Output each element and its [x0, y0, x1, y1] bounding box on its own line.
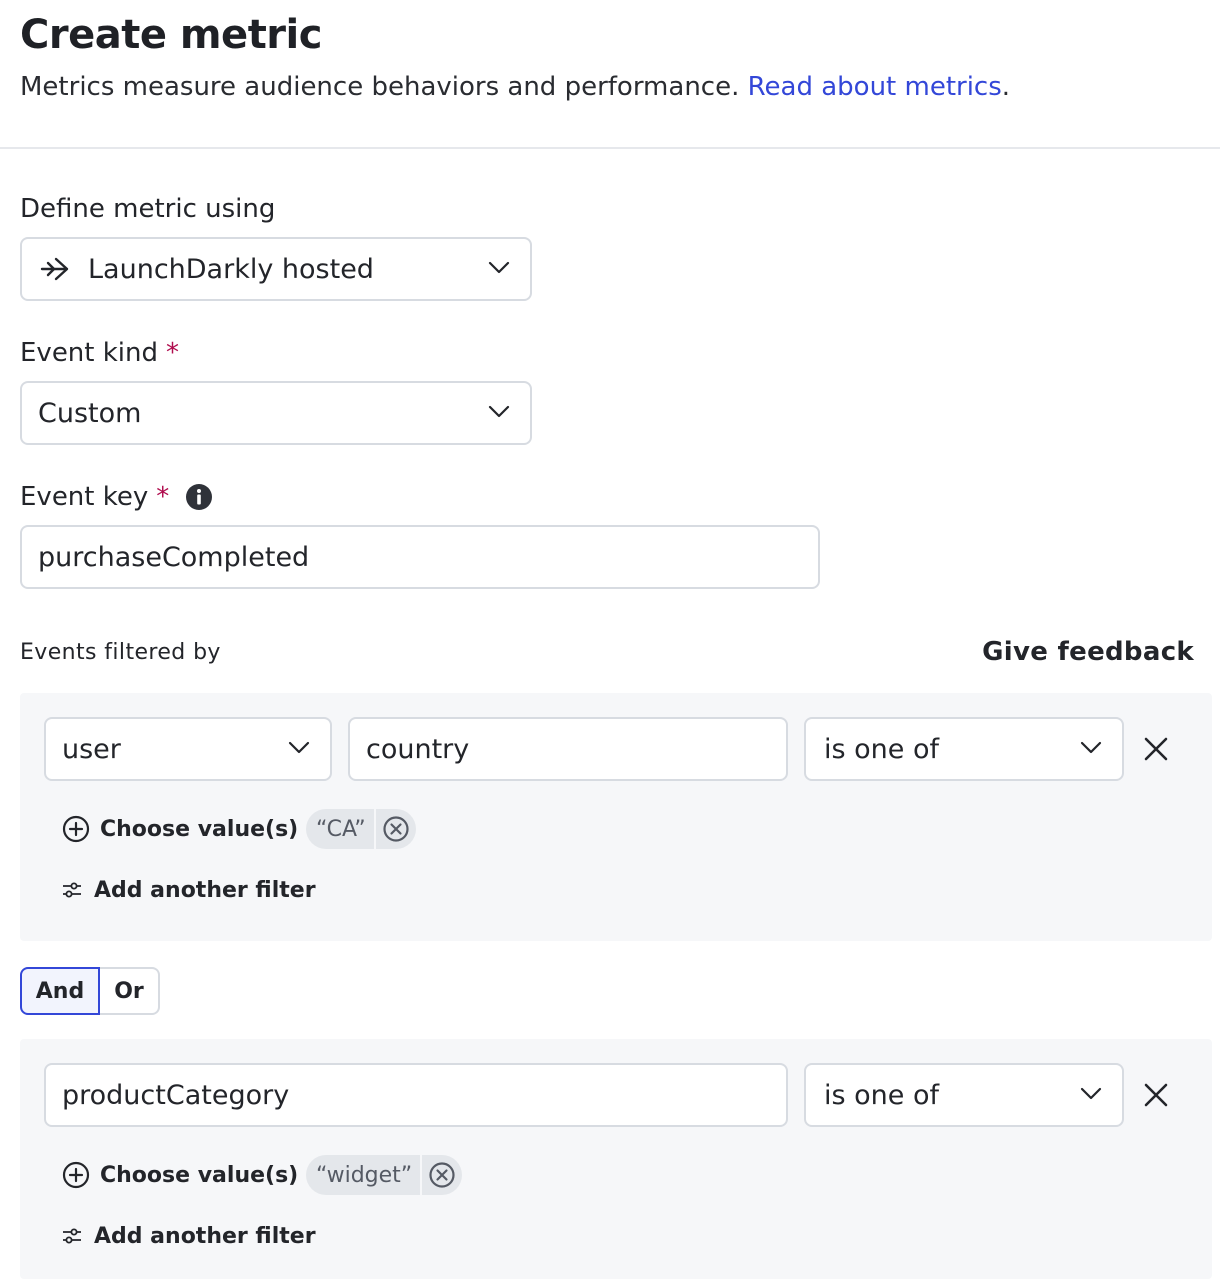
- event-key-value: purchaseCompleted: [38, 541, 310, 573]
- choose-values-button[interactable]: Choose value(s): [62, 1159, 298, 1191]
- define-metric-value: LaunchDarkly hosted: [88, 253, 374, 285]
- required-mark: *: [166, 338, 180, 368]
- header-divider: [0, 147, 1220, 149]
- chevron-down-icon: [1080, 741, 1102, 754]
- arrow-right-icon: [40, 257, 70, 281]
- attribute-value: productCategory: [62, 1079, 290, 1111]
- operator-value: is one of: [824, 733, 940, 765]
- remove-filter-button[interactable]: [1143, 1082, 1169, 1108]
- close-icon: [1144, 1083, 1168, 1107]
- choose-values-button[interactable]: Choose value(s): [62, 813, 298, 845]
- attribute-input[interactable]: country: [348, 717, 788, 781]
- close-circle-icon: [429, 1162, 455, 1188]
- remove-value-button[interactable]: [420, 1155, 462, 1195]
- required-mark: *: [156, 482, 170, 512]
- attribute-value: country: [366, 733, 470, 765]
- add-another-filter-button[interactable]: Add another filter: [62, 874, 316, 906]
- chevron-down-icon: [488, 261, 510, 274]
- context-kind-select[interactable]: user: [44, 717, 332, 781]
- event-key-label: Event key *: [20, 482, 213, 512]
- event-key-label-text: Event key: [20, 482, 149, 512]
- event-key-input[interactable]: purchaseCompleted: [20, 525, 820, 589]
- operator-select[interactable]: is one of: [804, 717, 1124, 781]
- read-about-metrics-link[interactable]: Read about metrics: [748, 72, 1002, 102]
- define-metric-label: Define metric using: [20, 194, 276, 224]
- plus-circle-icon: [62, 1161, 90, 1189]
- close-icon: [1144, 737, 1168, 761]
- value-chip: “widget”: [306, 1155, 463, 1195]
- add-another-filter-button[interactable]: Add another filter: [62, 1220, 316, 1252]
- value-chip-label: “widget”: [316, 1162, 413, 1188]
- choose-values-label: Choose value(s): [100, 816, 299, 842]
- close-circle-icon: [383, 816, 409, 842]
- filters-label: Events filtered by: [20, 640, 221, 665]
- value-chip: “CA”: [306, 809, 416, 849]
- remove-filter-button[interactable]: [1143, 736, 1169, 762]
- event-kind-label-text: Event kind: [20, 338, 159, 368]
- chevron-down-icon: [288, 741, 310, 754]
- logic-and-button[interactable]: And: [20, 967, 100, 1015]
- context-kind-value: user: [62, 733, 121, 765]
- sliders-icon: [63, 1228, 81, 1244]
- chevron-down-icon: [1080, 1087, 1102, 1100]
- define-metric-select[interactable]: LaunchDarkly hosted: [20, 237, 532, 301]
- event-kind-label: Event kind *: [20, 338, 179, 368]
- value-chip-label: “CA”: [316, 816, 366, 842]
- page-subtitle: Metrics measure audience behaviors and p…: [20, 72, 1010, 102]
- info-icon[interactable]: [185, 483, 213, 511]
- event-kind-value: Custom: [38, 397, 142, 429]
- plus-circle-icon: [62, 815, 90, 843]
- logic-toggle: And Or: [20, 967, 160, 1015]
- subtitle-text: Metrics measure audience behaviors and p…: [20, 72, 740, 102]
- attribute-input[interactable]: productCategory: [44, 1063, 788, 1127]
- event-kind-select[interactable]: Custom: [20, 381, 532, 445]
- chevron-down-icon: [488, 405, 510, 418]
- remove-value-button[interactable]: [373, 809, 416, 849]
- page-title: Create metric: [20, 12, 322, 58]
- choose-values-label: Choose value(s): [100, 1162, 299, 1188]
- subtitle-period: .: [1001, 72, 1011, 102]
- operator-value: is one of: [824, 1079, 940, 1111]
- give-feedback-button[interactable]: Give feedback: [982, 637, 1194, 667]
- operator-select[interactable]: is one of: [804, 1063, 1124, 1127]
- add-another-filter-label: Add another filter: [94, 877, 316, 903]
- add-another-filter-label: Add another filter: [94, 1223, 316, 1249]
- logic-or-button[interactable]: Or: [100, 967, 160, 1015]
- sliders-icon: [63, 882, 81, 898]
